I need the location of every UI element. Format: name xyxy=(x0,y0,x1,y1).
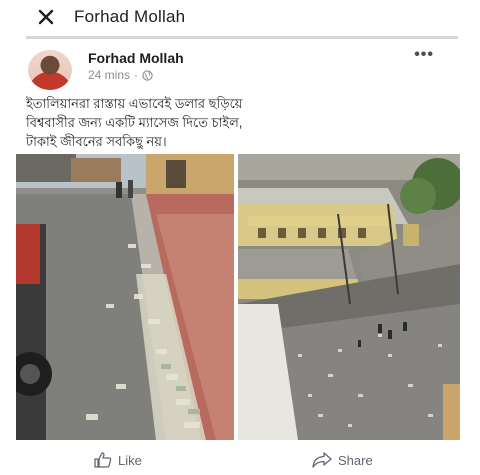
post-author[interactable]: Forhad Mollah xyxy=(88,50,184,66)
post-meta: 24 mins · xyxy=(88,68,153,82)
like-label: Like xyxy=(118,452,142,468)
separator-dot: · xyxy=(134,68,139,82)
more-options-icon[interactable]: ••• xyxy=(414,46,434,64)
divider xyxy=(26,36,458,39)
post-actions: Like Share xyxy=(12,446,460,474)
header-bar: Forhad Mollah xyxy=(0,0,480,34)
street-photo[interactable] xyxy=(16,154,234,440)
share-button[interactable]: Share xyxy=(312,452,373,468)
share-label: Share xyxy=(338,452,373,468)
share-icon xyxy=(312,452,332,468)
aerial-photo[interactable] xyxy=(238,154,460,440)
close-icon[interactable] xyxy=(34,5,58,29)
post-card: Forhad Mollah 24 mins · ••• ইতালিয়ানরা … xyxy=(12,44,460,474)
like-button[interactable]: Like xyxy=(94,452,142,468)
header-title: Forhad Mollah xyxy=(74,7,186,26)
post-text: ইতালিয়ানরা রাস্তায় এভাবেই ডলার ছড়িয়ে… xyxy=(26,96,243,149)
globe-icon xyxy=(142,69,153,81)
post-time[interactable]: 24 mins xyxy=(88,68,130,82)
avatar[interactable] xyxy=(28,50,72,90)
like-icon xyxy=(94,452,112,468)
photo-grid xyxy=(16,154,460,440)
